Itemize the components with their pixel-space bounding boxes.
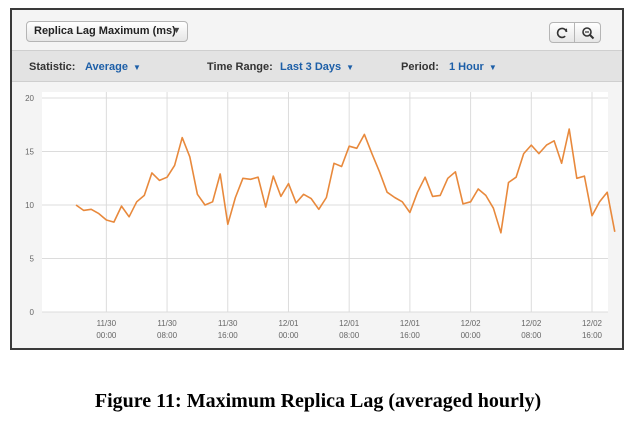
plot-area: 0 5 10 15 20 11/30 00:00 11/30 08:00 11/30 16:00 12… (12, 82, 622, 348)
x-tick-date: 12/02 (582, 319, 603, 328)
graph-options-bar: Statistic: Average ▼ Time Range: Last 3 D… (12, 50, 622, 82)
y-tick-label: 20 (25, 94, 34, 103)
y-tick-label: 5 (30, 255, 35, 264)
chevron-down-icon: ▼ (133, 63, 141, 72)
x-tick-time: 00:00 (96, 331, 117, 340)
statistic-dropdown[interactable]: Average ▼ (85, 61, 141, 73)
x-tick-time: 08:00 (157, 331, 178, 340)
statistic-label: Statistic: (29, 61, 76, 73)
x-tick-date: 12/01 (339, 319, 360, 328)
x-tick-date: 12/02 (461, 319, 482, 328)
plot-background (42, 92, 608, 312)
figure-caption: Figure 11: Maximum Replica Lag (averaged… (94, 390, 542, 412)
x-tick-time: 00:00 (461, 331, 482, 340)
x-tick-date: 12/02 (521, 319, 542, 328)
x-tick-time: 00:00 (278, 331, 299, 340)
graph-header: Replica Lag Maximum (ms) ▼ (12, 10, 622, 50)
x-tick-time: 16:00 (400, 331, 421, 340)
period-dropdown[interactable]: 1 Hour ▼ (449, 61, 497, 73)
x-tick-time: 16:00 (218, 331, 239, 340)
x-tick-date: 11/30 (218, 319, 238, 328)
refresh-icon (556, 27, 568, 38)
chevron-down-icon: ▼ (488, 63, 497, 72)
time-range-dropdown[interactable]: Last 3 Days ▼ (280, 61, 354, 73)
line-chart: 0 5 10 15 20 11/30 00:00 11/30 08:00 11/30 16:00 12… (25, 92, 616, 340)
zoom-button[interactable] (575, 22, 601, 43)
x-tick-date: 11/30 (157, 319, 177, 328)
zoom-icon (581, 26, 594, 39)
metric-select[interactable]: Replica Lag Maximum (ms) ▼ (26, 21, 188, 42)
x-tick-date: 11/30 (97, 319, 117, 328)
x-tick-time: 08:00 (339, 331, 360, 340)
cloudwatch-graph-panel: Replica Lag Maximum (ms) ▼ Statistic: Av… (10, 8, 624, 350)
time-range-label: Time Range: (207, 61, 273, 73)
metric-select-label: Replica Lag Maximum (ms) (34, 25, 176, 37)
chevron-down-icon: ▼ (172, 25, 181, 35)
period-label: Period: (401, 61, 439, 73)
y-tick-label: 15 (25, 148, 34, 157)
refresh-button[interactable] (549, 22, 575, 43)
y-tick-label: 0 (30, 308, 35, 317)
x-tick-date: 12/01 (278, 319, 299, 328)
x-tick-time: 08:00 (521, 331, 542, 340)
time-range-value: Last 3 Days (280, 61, 342, 73)
y-tick-label: 10 (25, 201, 34, 210)
chevron-down-icon: ▼ (346, 63, 355, 72)
statistic-value: Average (85, 61, 129, 73)
period-value: 1 Hour (449, 61, 484, 73)
x-tick-date: 12/01 (400, 319, 421, 328)
x-tick-time: 16:00 (582, 331, 603, 340)
